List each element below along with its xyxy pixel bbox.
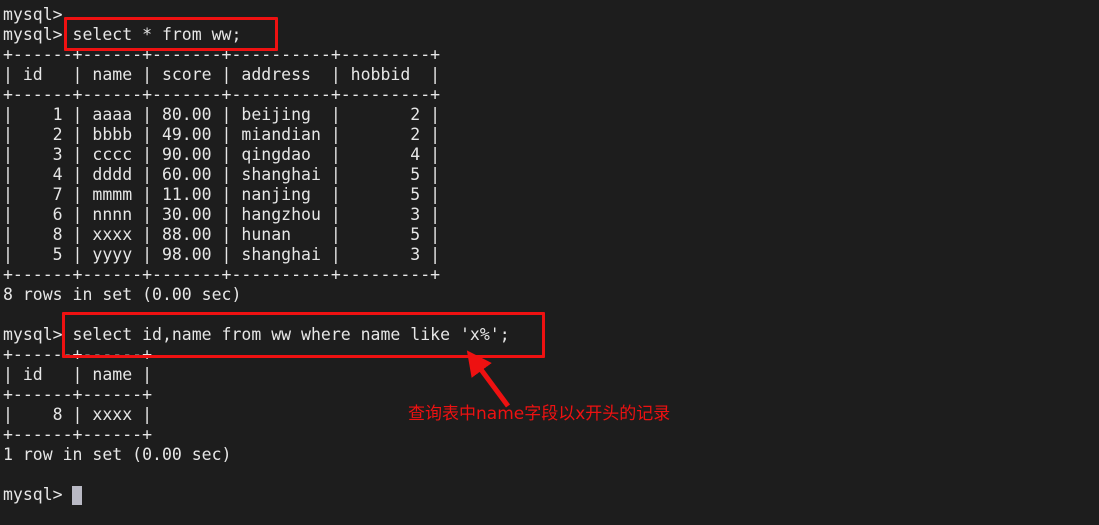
table-row: | 3 | cccc | 90.00 | qingdao | 4 | <box>3 145 441 164</box>
table-row: | 5 | yyyy | 98.00 | shanghai | 3 | <box>3 245 441 264</box>
terminal-line: +------+------+ <box>3 345 153 364</box>
terminal-line: +------+------+-------+----------+------… <box>3 85 441 104</box>
terminal-line: +------+------+-------+----------+------… <box>3 45 441 64</box>
terminal-line: mysql> <box>3 5 63 24</box>
table-row: | 6 | nnnn | 30.00 | hangzhou | 3 | <box>3 205 441 224</box>
table-row: | 1 | aaaa | 80.00 | beijing | 2 | <box>3 105 441 124</box>
terminal-line: +------+------+ <box>3 425 153 444</box>
terminal-screen: mysql> mysql> select * from ww; +------+… <box>0 0 1099 525</box>
terminal-status-line-2: 1 row in set (0.00 sec) <box>3 445 232 464</box>
table-row: | 8 | xxxx | 88.00 | hunan | 5 | <box>3 225 441 244</box>
table-row: | 4 | dddd | 60.00 | shanghai | 5 | <box>3 165 441 184</box>
terminal-line-query-2: mysql> select id,name from ww where name… <box>3 325 510 344</box>
terminal-line-table2-header: | id | name | <box>3 365 153 384</box>
terminal-output[interactable]: mysql> mysql> select * from ww; +------+… <box>0 0 1099 505</box>
terminal-line-table1-header: | id | name | score | address | hobbid | <box>3 65 441 84</box>
terminal-line: +------+------+ <box>3 385 153 404</box>
table-row: | 7 | mmmm | 11.00 | nanjing | 5 | <box>3 185 441 204</box>
table-row: | 2 | bbbb | 49.00 | miandian | 2 | <box>3 125 441 144</box>
annotation-note-text: 查询表中name字段以x开头的记录 <box>408 404 671 424</box>
terminal-line: +------+------+-------+----------+------… <box>3 265 441 284</box>
terminal-status-line-1: 8 rows in set (0.00 sec) <box>3 285 242 304</box>
terminal-line-query-1: mysql> select * from ww; <box>3 25 242 44</box>
terminal-prompt-line: mysql> <box>3 485 73 504</box>
terminal-cursor <box>72 486 82 505</box>
